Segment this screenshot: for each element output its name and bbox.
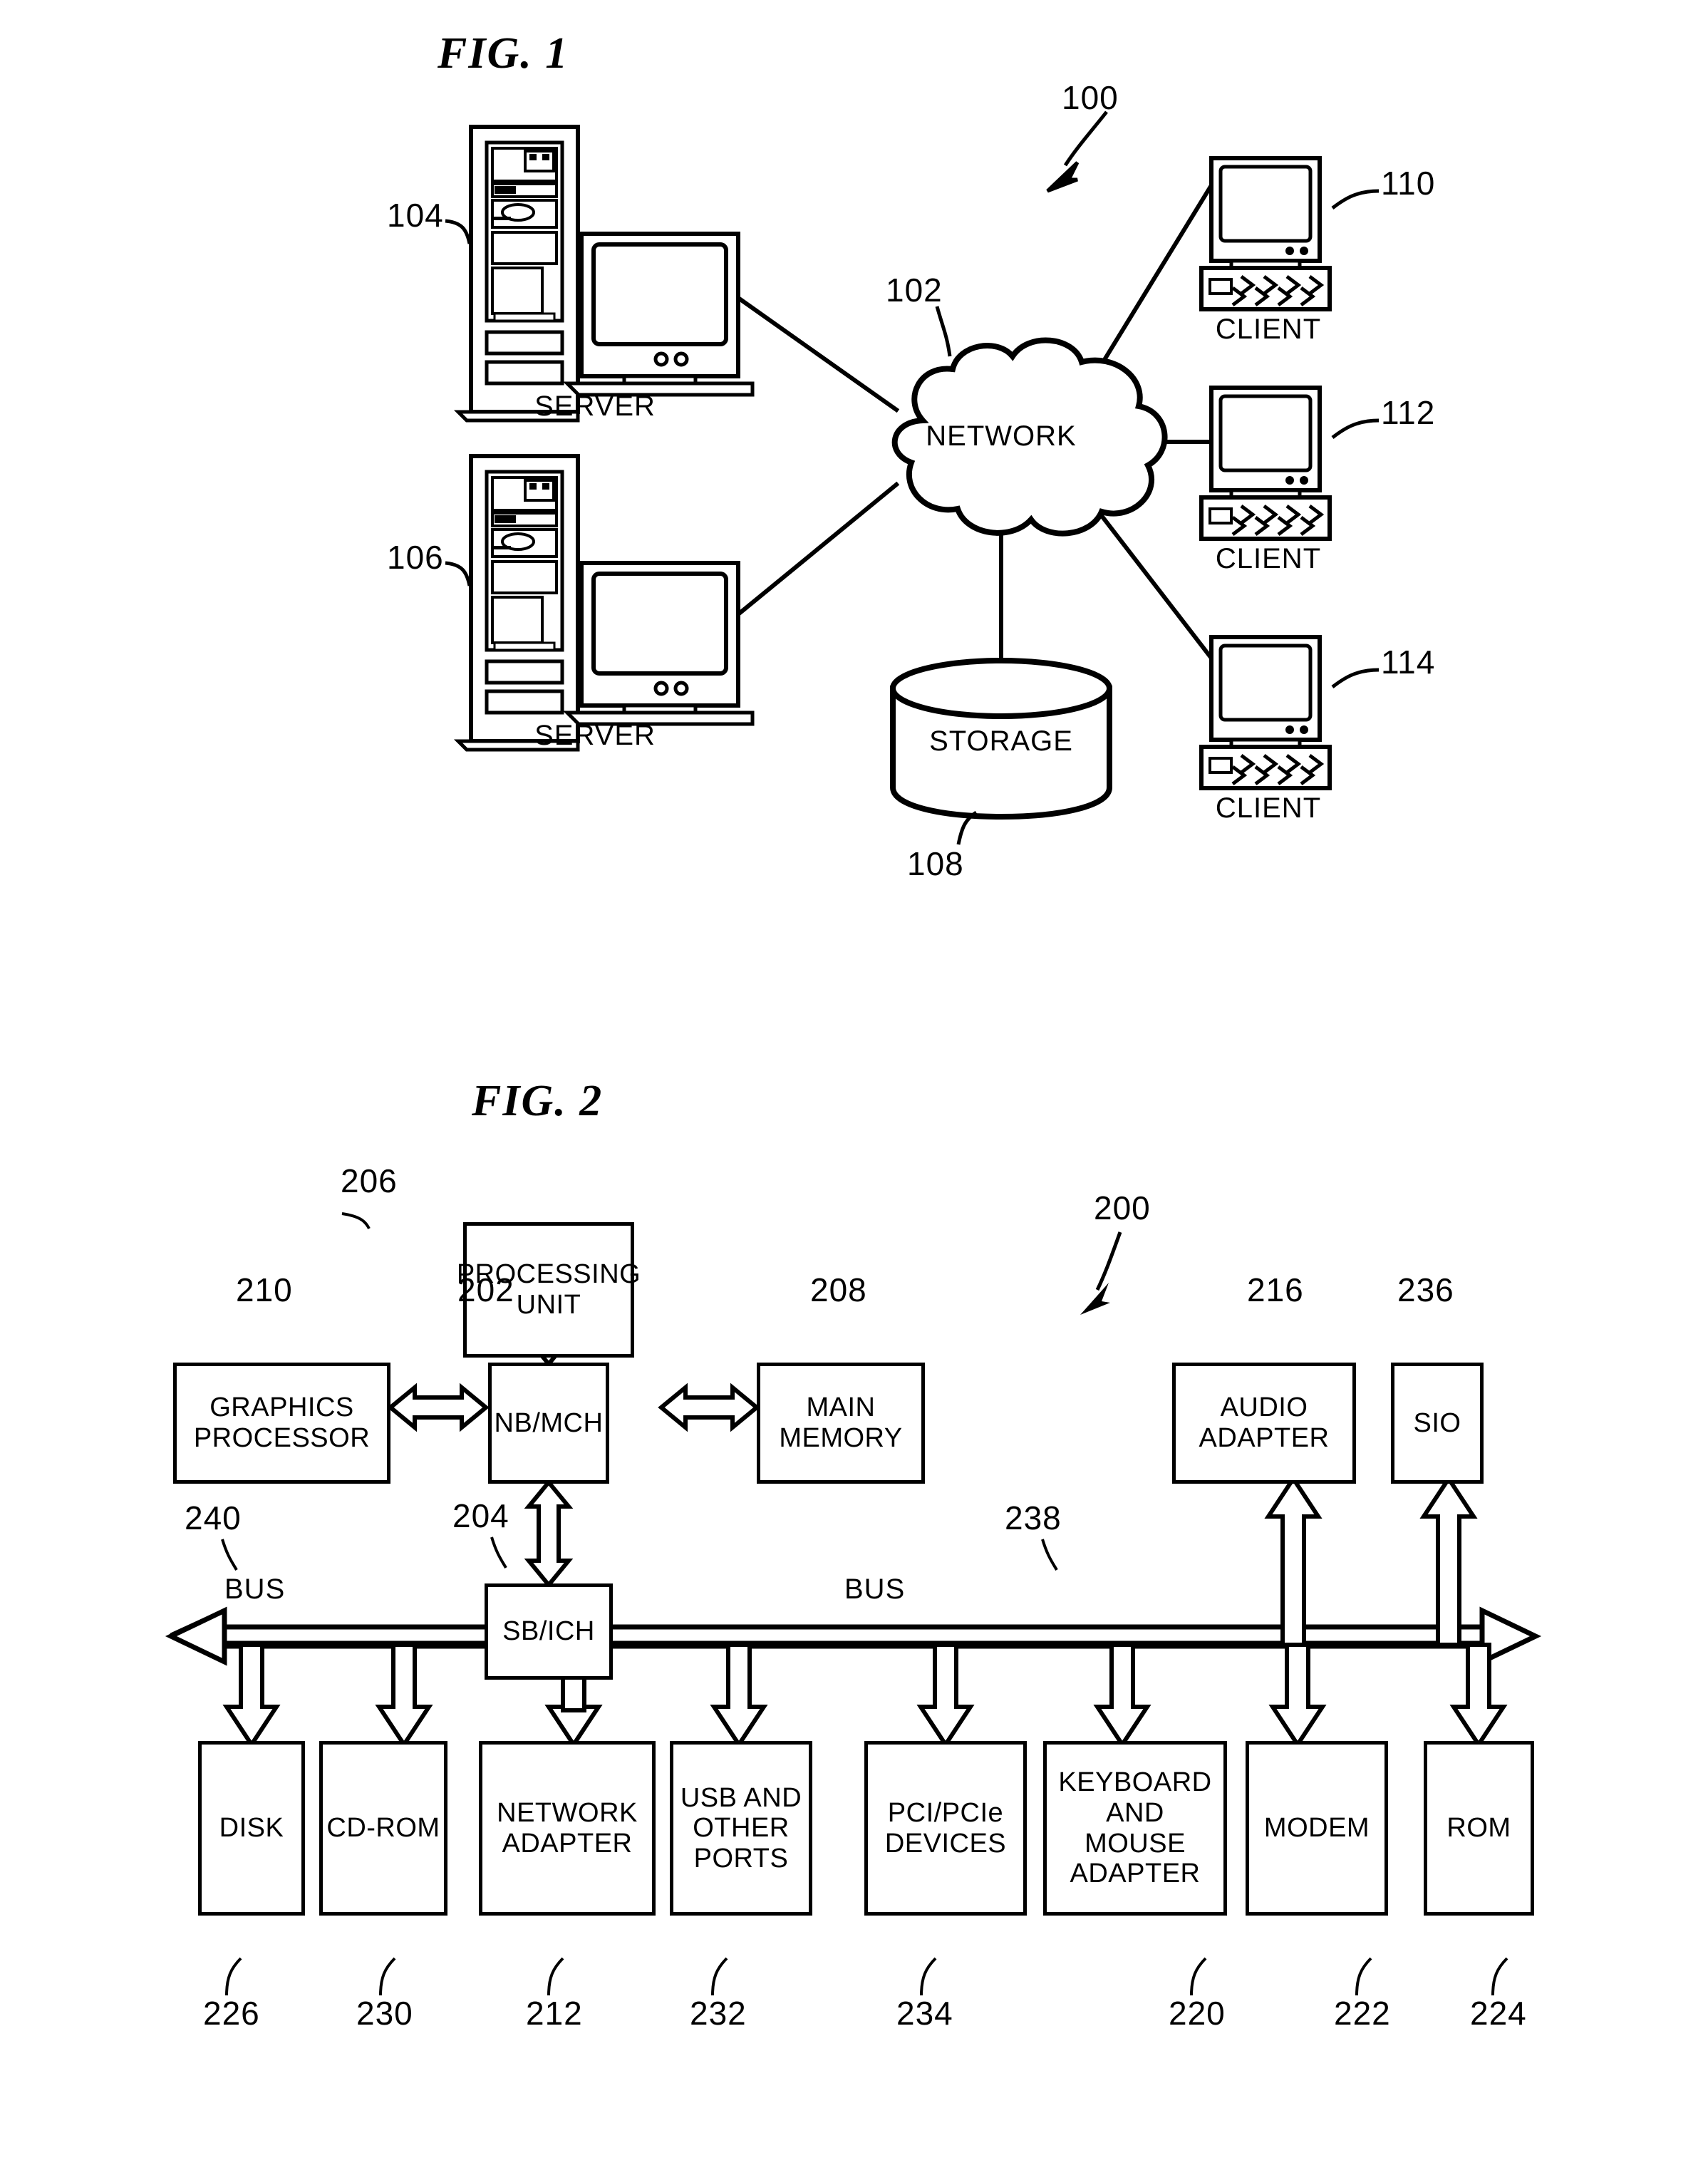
ref-222: 222 (1334, 1995, 1391, 2032)
bus-204-arrow (524, 1479, 574, 1588)
fig1-title: FIG. 1 (438, 29, 569, 78)
ref-236: 236 (1397, 1271, 1454, 1308)
label-client-112: CLIENT (1215, 543, 1322, 574)
block-main-memory (757, 1363, 925, 1484)
ref-108: 108 (907, 845, 964, 882)
block-modem (1246, 1741, 1388, 1916)
gpu-nbmch-arrow (387, 1383, 490, 1432)
block-audio-adapter (1172, 1363, 1356, 1484)
ref-232: 232 (690, 1995, 747, 2032)
ref-216: 216 (1247, 1271, 1304, 1308)
ref-102: 102 (886, 272, 943, 309)
label-network: NETWORK (926, 420, 1077, 452)
nbmch-memory-arrow (658, 1383, 760, 1432)
bus-240-rail (165, 1606, 499, 1666)
block-usb-ports (670, 1741, 812, 1916)
bus-up-arrows (1264, 1474, 1478, 1647)
ref-226: 226 (203, 1995, 260, 2032)
label-server-106: SERVER (534, 720, 656, 751)
ref-206: 206 (341, 1162, 398, 1199)
ref-210: 210 (236, 1271, 293, 1308)
ref-200: 200 (1094, 1189, 1151, 1226)
ref-208: 208 (810, 1271, 867, 1308)
label-bus-240: BUS (224, 1574, 286, 1605)
fig2-title: FIG. 2 (472, 1077, 604, 1125)
ref-100: 100 (1062, 79, 1119, 116)
ref-238: 238 (1005, 1499, 1062, 1536)
label-bus-238: BUS (844, 1574, 906, 1605)
block-cdrom (319, 1741, 447, 1916)
ref-106: 106 (387, 539, 444, 576)
label-client-114: CLIENT (1215, 792, 1322, 824)
block-sb-ich (485, 1583, 613, 1680)
ref-112: 112 (1381, 394, 1436, 431)
block-disk (198, 1741, 305, 1916)
ref-220: 220 (1169, 1995, 1226, 2032)
block-nb-mch (488, 1363, 609, 1484)
block-sio (1391, 1363, 1484, 1484)
block-network-adapter (479, 1741, 656, 1916)
bus-drop-arrows (222, 1643, 1508, 1749)
ref-110: 110 (1381, 165, 1436, 202)
block-pci-devices (864, 1741, 1027, 1916)
ref-114: 114 (1381, 644, 1436, 681)
block-rom (1424, 1741, 1534, 1916)
ref-204: 204 (452, 1497, 509, 1534)
ref-224: 224 (1470, 1995, 1527, 2032)
ref-104: 104 (387, 197, 444, 234)
ref-240: 240 (185, 1499, 242, 1536)
ref-234: 234 (896, 1995, 953, 2032)
label-server-104: SERVER (534, 391, 656, 422)
label-storage: STORAGE (929, 725, 1073, 757)
block-graphics-processor (173, 1363, 390, 1484)
block-keyboard-mouse-adapter (1043, 1741, 1227, 1916)
label-client-110: CLIENT (1215, 314, 1322, 345)
ref-212: 212 (526, 1995, 583, 2032)
ref-202: 202 (457, 1271, 514, 1308)
ref-230: 230 (356, 1995, 413, 2032)
